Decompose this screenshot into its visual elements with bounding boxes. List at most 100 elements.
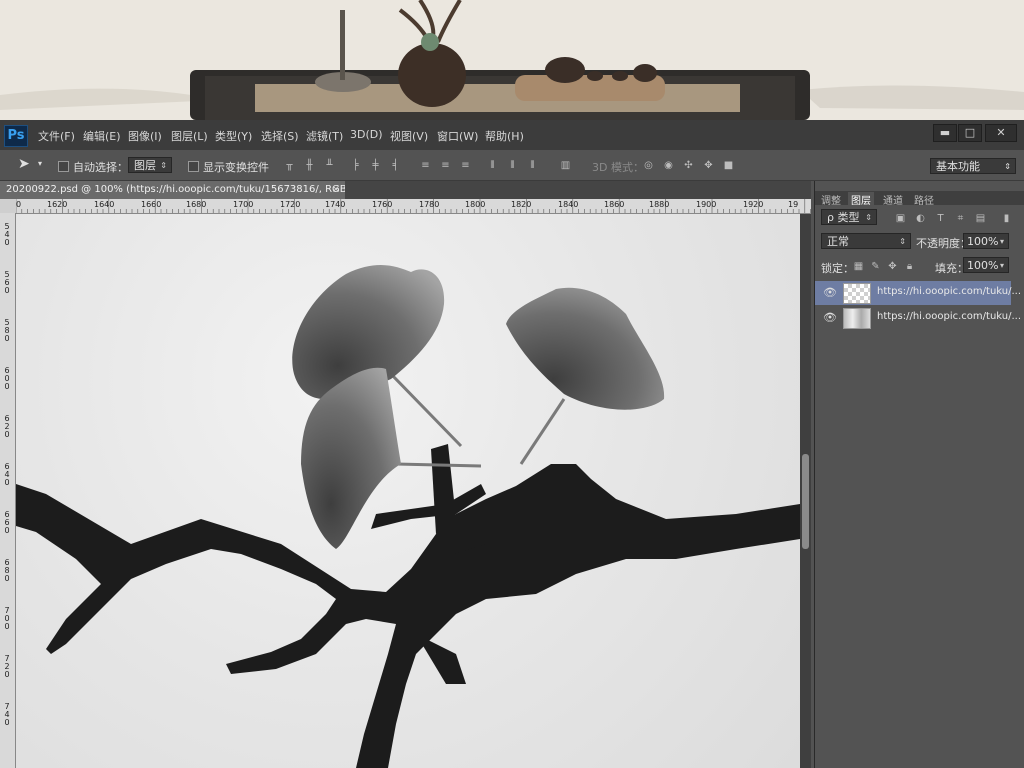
menu-file[interactable]: 文件(F) bbox=[38, 128, 75, 144]
vertical-ruler[interactable]: 5 4 0 5 6 0 5 8 0 6 0 0 6 2 0 6 4 0 6 6 … bbox=[0, 213, 16, 768]
document-title: 20200922.psd @ 100% (https://hi.ooopic.c… bbox=[6, 184, 361, 195]
workspace-caret-icon: ⇕ bbox=[1004, 162, 1011, 171]
move-tool-icon[interactable]: ➤ bbox=[18, 156, 30, 172]
dropdown-caret-icon: ⇕ bbox=[899, 237, 906, 246]
ruler-origin[interactable] bbox=[0, 199, 16, 213]
visibility-eye-icon[interactable]: 👁︎ bbox=[823, 311, 837, 324]
ruler-label: 1800 bbox=[465, 200, 486, 209]
distribute-hcenter-icon[interactable]: ⦀ bbox=[507, 160, 518, 171]
distribute-left-icon[interactable]: ⦀ bbox=[487, 160, 498, 171]
menu-view[interactable]: 视图(V) bbox=[390, 128, 428, 144]
menu-layer[interactable]: 图层(L) bbox=[171, 128, 208, 144]
lock-all-icon[interactable]: 🔒︎ bbox=[904, 261, 915, 272]
restore-button[interactable]: □ bbox=[958, 124, 982, 142]
layer-filter-dropdown[interactable]: ρ 类型 ⇕ bbox=[821, 209, 877, 225]
workspace-value: 基本功能 bbox=[936, 160, 980, 173]
branch-shape bbox=[16, 444, 800, 768]
lock-image-icon[interactable]: ✎ bbox=[870, 261, 881, 272]
horizontal-ruler[interactable]: 0 1620 1640 1660 1680 1700 1720 1740 176… bbox=[16, 199, 811, 214]
fill-value: 100% bbox=[967, 259, 999, 272]
show-transform-label: 显示变换控件 bbox=[203, 161, 269, 174]
3d-scale-icon[interactable]: ■ bbox=[723, 160, 734, 171]
menu-window[interactable]: 窗口(W) bbox=[437, 128, 478, 144]
layer-name: https://hi.ooopic.com/tuku/... bbox=[877, 311, 1022, 322]
ruler-label: 6 8 0 bbox=[4, 558, 10, 583]
ruler-label: 0 bbox=[16, 200, 22, 209]
opacity-value: 100% bbox=[967, 235, 999, 248]
ruler-label: 6 6 0 bbox=[4, 510, 10, 535]
minimize-button[interactable]: ▬ bbox=[933, 124, 957, 142]
align-right-icon[interactable]: ╡ bbox=[390, 160, 401, 171]
document-canvas[interactable] bbox=[16, 214, 800, 768]
align-vcenter-icon[interactable]: ╫ bbox=[304, 160, 315, 171]
show-transform-checkbox[interactable] bbox=[188, 161, 199, 172]
opacity-input[interactable]: 100% ▾ bbox=[963, 233, 1009, 249]
layer-thumbnail bbox=[843, 308, 871, 329]
ruler-ticks bbox=[16, 199, 811, 213]
blend-mode-dropdown[interactable]: 正常 ⇕ bbox=[821, 233, 911, 249]
3d-pan-icon[interactable]: ✣ bbox=[683, 160, 694, 171]
3d-rotate-icon[interactable]: ◎ bbox=[643, 160, 654, 171]
panel-tab-bar: 调整 图层 通道 路径 bbox=[815, 191, 1024, 207]
ruler-label: 5 6 0 bbox=[4, 270, 10, 295]
ruler-label: 1920 bbox=[743, 200, 764, 209]
lock-position-icon[interactable]: ✥ bbox=[887, 261, 898, 272]
tool-preset-dropdown-icon[interactable]: ▾ bbox=[38, 159, 42, 168]
3d-roll-icon[interactable]: ◉ bbox=[663, 160, 674, 171]
close-document-icon[interactable]: × bbox=[332, 181, 340, 199]
ruler-label: 1820 bbox=[511, 200, 532, 209]
auto-select-value: 图层 bbox=[134, 159, 156, 172]
tab-paths[interactable]: 路径 bbox=[914, 192, 934, 207]
close-window-button[interactable]: ✕ bbox=[985, 124, 1017, 142]
menu-filter[interactable]: 滤镜(T) bbox=[306, 128, 343, 144]
lock-transparency-icon[interactable]: ▦ bbox=[853, 261, 864, 272]
align-bottom-icon[interactable]: ╨ bbox=[324, 160, 335, 171]
photoshop-logo: Ps bbox=[4, 125, 28, 147]
fill-input[interactable]: 100% ▾ bbox=[963, 257, 1009, 273]
auto-align-icon[interactable]: ▥ bbox=[560, 160, 571, 171]
blend-mode-value: 正常 bbox=[827, 235, 849, 248]
distribute-top-icon[interactable]: ≡ bbox=[420, 160, 431, 171]
auto-select-dropdown[interactable]: 图层 ⇕ bbox=[128, 157, 172, 173]
vertical-scrollbar[interactable] bbox=[800, 214, 811, 768]
align-left-icon[interactable]: ╞ bbox=[350, 160, 361, 171]
visibility-eye-icon[interactable]: 👁︎ bbox=[823, 286, 837, 299]
ginkgo-branch-artwork bbox=[16, 265, 800, 768]
auto-select-checkbox[interactable] bbox=[58, 161, 69, 172]
ruler-label: 1700 bbox=[233, 200, 254, 209]
scrollbar-thumb[interactable] bbox=[802, 454, 809, 549]
distribute-right-icon[interactable]: ⦀ bbox=[527, 160, 538, 171]
distribute-bottom-icon[interactable]: ≡ bbox=[460, 160, 471, 171]
preview-banner-image bbox=[0, 0, 1024, 120]
menu-edit[interactable]: 编辑(E) bbox=[83, 128, 121, 144]
filter-adjustment-icon[interactable]: ◐ bbox=[915, 213, 926, 224]
align-top-icon[interactable]: ╥ bbox=[284, 160, 295, 171]
filter-smart-object-icon[interactable]: ▤ bbox=[975, 213, 986, 224]
layer-row[interactable]: 👁︎ https://hi.ooopic.com/tuku/... bbox=[815, 306, 1021, 330]
ruler-label: 1640 bbox=[94, 200, 115, 209]
tea-table-photo bbox=[0, 0, 1024, 120]
filter-type-icon[interactable]: T bbox=[935, 213, 946, 224]
document-tab[interactable]: 20200922.psd @ 100% (https://hi.ooopic.c… bbox=[0, 181, 360, 199]
filter-pixel-icon[interactable]: ▣ bbox=[895, 213, 906, 224]
layer-row-selected[interactable]: 👁︎ https://hi.ooopic.com/tuku/... bbox=[815, 281, 1021, 305]
filter-shape-icon[interactable]: ⌗ bbox=[955, 213, 966, 224]
filter-toggle-icon[interactable]: ▮ bbox=[1001, 213, 1012, 224]
layer-name: https://hi.ooopic.com/tuku/... bbox=[877, 286, 1022, 297]
3d-slide-icon[interactable]: ✥ bbox=[703, 160, 714, 171]
tab-adjustments[interactable]: 调整 bbox=[821, 192, 841, 207]
menu-select[interactable]: 选择(S) bbox=[261, 128, 299, 144]
menu-help[interactable]: 帮助(H) bbox=[485, 128, 524, 144]
align-hcenter-icon[interactable]: ╪ bbox=[370, 160, 381, 171]
tab-layers[interactable]: 图层 bbox=[848, 192, 874, 207]
menu-type[interactable]: 类型(Y) bbox=[215, 128, 252, 144]
menu-bar: Ps 文件(F) 编辑(E) 图像(I) 图层(L) 类型(Y) 选择(S) 滤… bbox=[0, 120, 1024, 150]
workspace-dropdown[interactable]: 基本功能 ⇕ bbox=[930, 158, 1016, 174]
tab-channels[interactable]: 通道 bbox=[883, 192, 903, 207]
ginkgo-leaf-right bbox=[506, 287, 665, 410]
ruler-label: 5 8 0 bbox=[4, 318, 10, 343]
ruler-label: 6 4 0 bbox=[4, 462, 10, 487]
menu-image[interactable]: 图像(I) bbox=[128, 128, 162, 144]
menu-3d[interactable]: 3D(D) bbox=[350, 128, 383, 141]
distribute-vcenter-icon[interactable]: ≡ bbox=[440, 160, 451, 171]
